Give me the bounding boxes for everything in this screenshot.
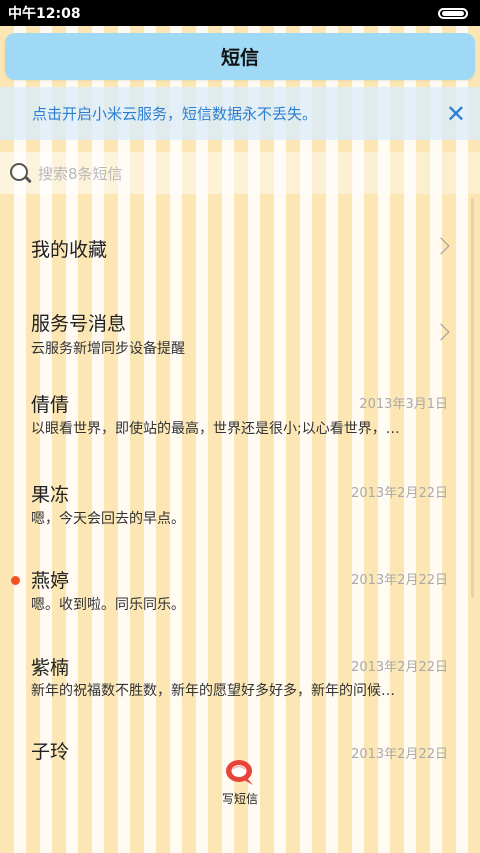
battery-icon [438, 7, 468, 19]
chevron-right-icon [432, 237, 450, 255]
list-item-title: 我的收藏 [31, 239, 108, 261]
list-item-preview: 嗯，今天会回去的早点。 [31, 511, 185, 527]
list-item[interactable]: 果冻 2013年2月22日 嗯，今天会回去的早点。 [0, 452, 480, 534]
list-item-favorites[interactable]: 我的收藏 [0, 206, 480, 288]
search-input[interactable]: 搜索8条短信 [38, 163, 123, 184]
list-item-title: 倩倩 [31, 394, 70, 416]
status-time: 中午12:08 [8, 6, 81, 22]
list-item-preview: 新年的祝福数不胜数，新年的愿望好多好多，新年的问候… [31, 683, 395, 699]
list-item-title: 服务号消息 [31, 313, 127, 335]
list-item-title: 紫楠 [31, 657, 70, 679]
compose-label: 写短信 [221, 792, 258, 806]
title-bar: 短信 [5, 33, 475, 80]
list-item[interactable]: 燕婷 2013年2月22日 嗯。收到啦。同乐同乐。 [0, 534, 480, 616]
list-item-date: 2013年3月1日 [359, 397, 448, 412]
list-item-date: 2013年2月22日 [351, 486, 448, 501]
list-item-service-messages[interactable]: 服务号消息 云服务新增同步设备提醒 [0, 288, 480, 370]
compose-icon [226, 760, 253, 785]
list-item-title: 果冻 [31, 484, 70, 506]
page-title: 短信 [220, 47, 259, 69]
list-item-preview: 云服务新增同步设备提醒 [31, 341, 185, 357]
list-item-preview: 以眼看世界，即使站的最高，世界还是很小;以心看世界，… [31, 421, 400, 437]
list-item-preview: 嗯。收到啦。同乐同乐。 [31, 597, 185, 613]
search-icon [8, 161, 32, 185]
list-item-date: 2013年2月22日 [351, 660, 448, 675]
list-item-title: 子玲 [31, 741, 70, 763]
unread-indicator [11, 576, 20, 585]
conversation-list: 我的收藏 服务号消息 云服务新增同步设备提醒 倩倩 2013年3月1日 以眼看世… [0, 206, 480, 780]
status-bar: 中午12:08 [0, 0, 480, 26]
close-icon[interactable]: ✕ [446, 102, 466, 126]
list-item-title: 燕婷 [31, 570, 70, 592]
cloud-service-banner[interactable]: 点击开启小米云服务，短信数据永不丢失。 ✕ [0, 87, 480, 140]
banner-text[interactable]: 点击开启小米云服务，短信数据永不丢失。 [32, 103, 317, 124]
compose-button[interactable]: 写短信 [210, 758, 270, 818]
list-item[interactable]: 紫楠 2013年2月22日 新年的祝福数不胜数，新年的愿望好多好多，新年的问候… [0, 616, 480, 699]
list-item[interactable]: 倩倩 2013年3月1日 以眼看世界，即使站的最高，世界还是很小;以心看世界，… [0, 370, 480, 452]
list-item-date: 2013年2月22日 [351, 747, 448, 762]
search-bar[interactable]: 搜索8条短信 [0, 152, 480, 194]
list-item-date: 2013年2月22日 [351, 573, 448, 588]
